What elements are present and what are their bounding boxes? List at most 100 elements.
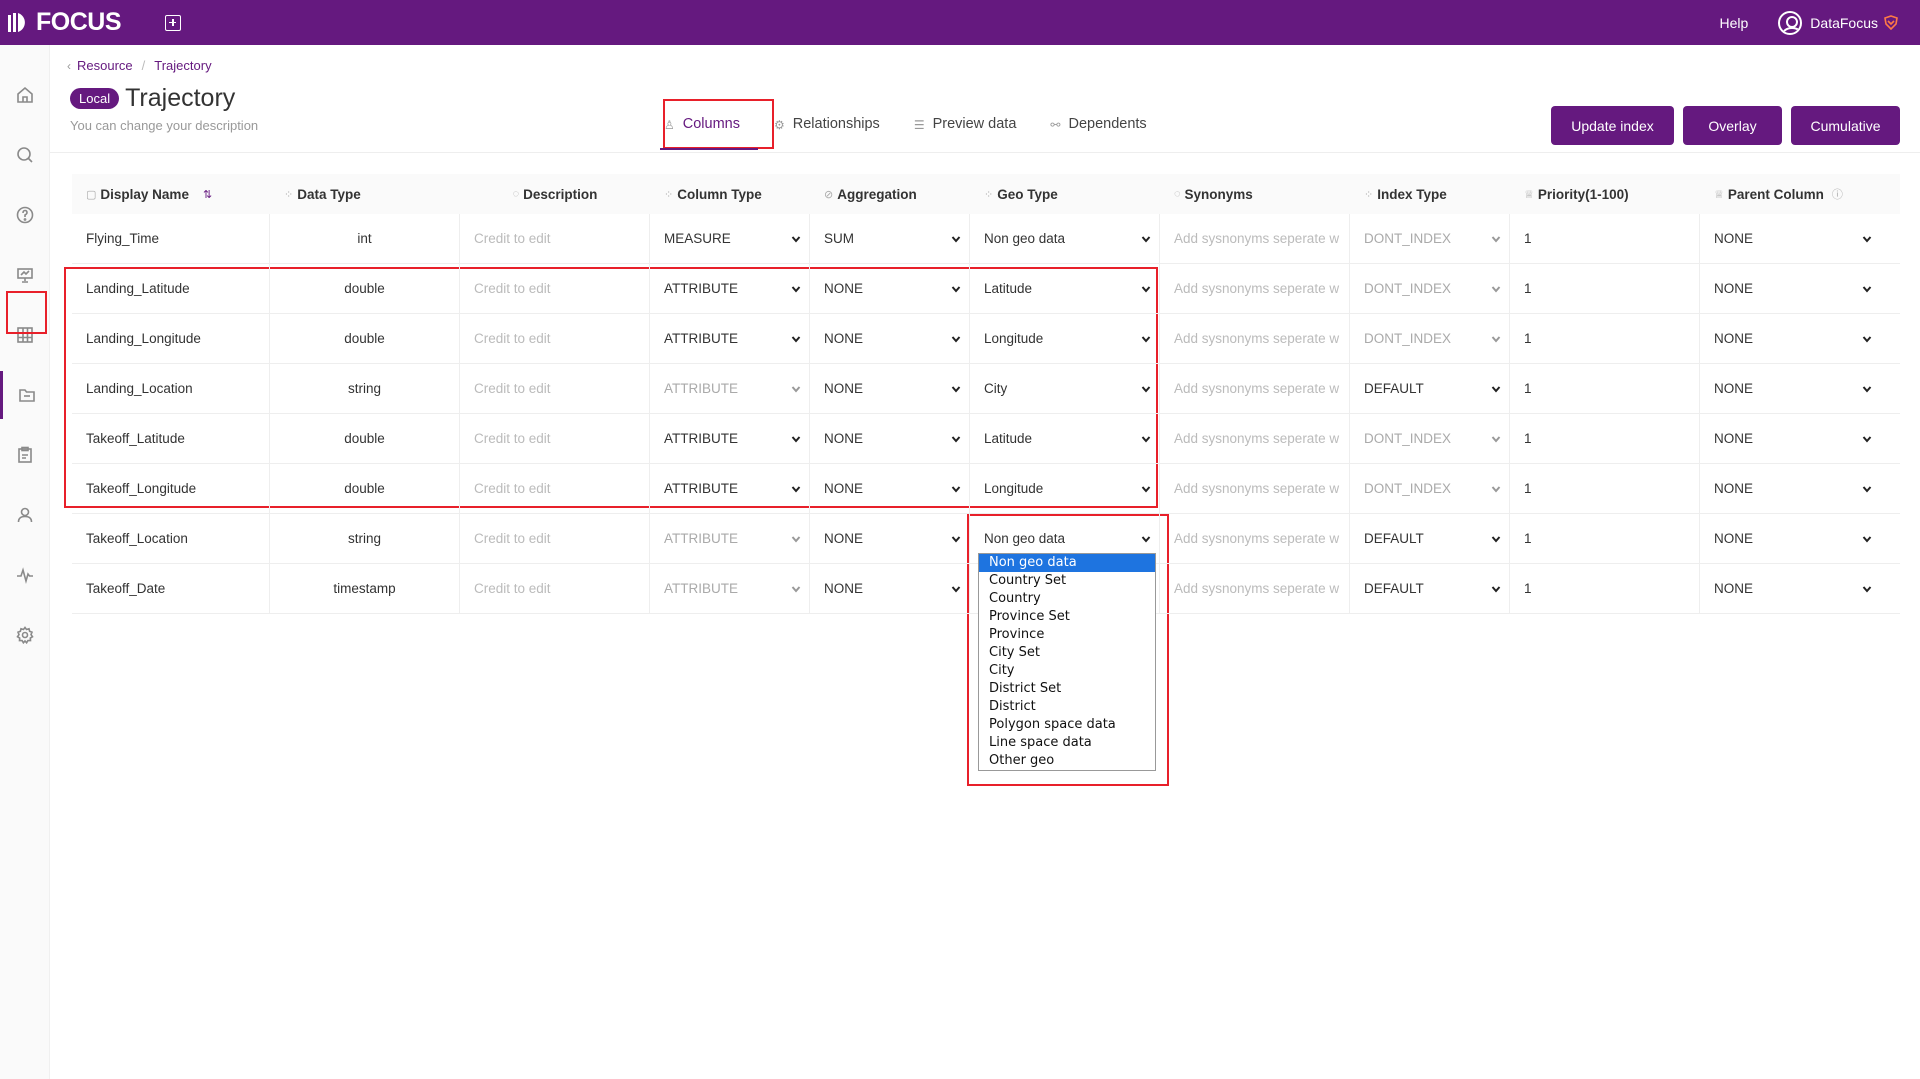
display-name-cell[interactable]: Takeoff_Date (72, 563, 270, 614)
help-circle-icon[interactable]: ⓘ (1832, 186, 1843, 202)
update-index-button[interactable]: Update index (1551, 106, 1674, 145)
description-input[interactable]: Credit to edit (460, 463, 650, 514)
sort-icon[interactable]: ⇅ (203, 188, 212, 201)
parent-column-select[interactable]: NONE (1700, 264, 1880, 314)
breadcrumb-resource[interactable]: Resource (77, 58, 133, 73)
synonyms-input[interactable]: Add sysnonyms seperate w (1160, 263, 1350, 314)
index-type-select[interactable]: DONT_INDEX (1350, 463, 1510, 514)
sidebar-home[interactable] (0, 71, 50, 119)
priority-input[interactable]: 1 (1510, 363, 1700, 414)
aggregation-select[interactable]: NONE (810, 313, 970, 364)
geo-type-option[interactable]: City (979, 662, 1155, 680)
aggregation-select[interactable]: SUM (810, 213, 970, 264)
parent-column-select[interactable]: NONE (1700, 464, 1880, 514)
index-type-select[interactable]: DONT_INDEX (1350, 313, 1510, 364)
description-input[interactable]: Credit to edit (460, 513, 650, 564)
column-type-select[interactable]: ATTRIBUTE (650, 363, 810, 414)
priority-input[interactable]: 1 (1510, 513, 1700, 564)
index-type-select[interactable]: DONT_INDEX (1350, 413, 1510, 464)
priority-input[interactable]: 1 (1510, 263, 1700, 314)
synonyms-input[interactable]: Add sysnonyms seperate w (1160, 463, 1350, 514)
geo-type-option[interactable]: Other geo (979, 752, 1155, 770)
geo-type-option[interactable]: Country (979, 590, 1155, 608)
geo-type-option[interactable]: City Set (979, 644, 1155, 662)
synonyms-input[interactable]: Add sysnonyms seperate w (1160, 363, 1350, 414)
parent-column-select[interactable]: NONE (1700, 314, 1880, 364)
aggregation-select[interactable]: NONE (810, 363, 970, 414)
column-type-select[interactable]: ATTRIBUTE (650, 463, 810, 514)
index-type-select[interactable]: DEFAULT (1350, 563, 1510, 614)
parent-column-select[interactable]: NONE (1700, 364, 1880, 414)
sidebar-help[interactable] (0, 191, 50, 239)
description-input[interactable]: Credit to edit (460, 563, 650, 614)
geo-type-option[interactable]: Non geo data (979, 554, 1155, 572)
logo[interactable]: FOCUS (6, 8, 122, 37)
column-type-select[interactable]: MEASURE (650, 213, 810, 264)
help-link[interactable]: Help (1720, 15, 1749, 31)
tab-relationships[interactable]: ⚙ Relationships (774, 100, 880, 150)
display-name-cell[interactable]: Landing_Location (72, 363, 270, 414)
parent-column-select[interactable]: NONE (1700, 564, 1880, 614)
priority-input[interactable]: 1 (1510, 313, 1700, 364)
sidebar-users[interactable] (0, 491, 50, 539)
synonyms-input[interactable]: Add sysnonyms seperate w (1160, 213, 1350, 264)
column-type-select[interactable]: ATTRIBUTE (650, 563, 810, 614)
display-name-cell[interactable]: Landing_Latitude (72, 263, 270, 314)
geo-type-option[interactable]: Line space data (979, 734, 1155, 752)
header-display-name[interactable]: ▢ Display Name ⇅ (72, 174, 270, 214)
user-menu[interactable]: DataFocus (1778, 10, 1898, 35)
synonyms-input[interactable]: Add sysnonyms seperate w (1160, 563, 1350, 614)
sidebar-monitor[interactable] (0, 551, 50, 599)
display-name-cell[interactable]: Flying_Time (72, 213, 270, 264)
sidebar-presentation[interactable] (0, 251, 50, 299)
geo-type-option[interactable]: District Set (979, 680, 1155, 698)
aggregation-select[interactable]: NONE (810, 413, 970, 464)
index-type-select[interactable]: DEFAULT (1350, 513, 1510, 564)
index-type-select[interactable]: DEFAULT (1350, 363, 1510, 414)
new-tab-icon[interactable] (165, 14, 181, 31)
sidebar-settings[interactable] (0, 611, 50, 659)
tab-columns[interactable]: ♙ Columns (660, 100, 758, 150)
parent-column-select[interactable]: NONE (1700, 414, 1880, 464)
geo-type-option[interactable]: Province (979, 626, 1155, 644)
parent-column-select[interactable]: NONE (1700, 214, 1880, 264)
priority-input[interactable]: 1 (1510, 213, 1700, 264)
geo-type-select[interactable]: City (970, 363, 1160, 414)
column-type-select[interactable]: ATTRIBUTE (650, 263, 810, 314)
page-description[interactable]: You can change your description (70, 118, 258, 133)
sidebar-search[interactable] (0, 131, 50, 179)
geo-type-select[interactable]: Non geo data (970, 213, 1160, 264)
overlay-button[interactable]: Overlay (1683, 106, 1782, 145)
geo-type-select[interactable]: Longitude (970, 463, 1160, 514)
priority-input[interactable]: 1 (1510, 413, 1700, 464)
geo-type-select[interactable]: Latitude (970, 413, 1160, 464)
cumulative-button[interactable]: Cumulative (1791, 106, 1900, 145)
geo-type-select[interactable]: Longitude (970, 313, 1160, 364)
aggregation-select[interactable]: NONE (810, 513, 970, 564)
tab-preview-data[interactable]: ☰ Preview data (914, 100, 1017, 150)
breadcrumb-current[interactable]: Trajectory (154, 58, 211, 73)
aggregation-select[interactable]: NONE (810, 463, 970, 514)
parent-column-select[interactable]: NONE (1700, 514, 1880, 564)
synonyms-input[interactable]: Add sysnonyms seperate w (1160, 513, 1350, 564)
column-type-select[interactable]: ATTRIBUTE (650, 313, 810, 364)
display-name-cell[interactable]: Takeoff_Longitude (72, 463, 270, 514)
priority-input[interactable]: 1 (1510, 563, 1700, 614)
description-input[interactable]: Credit to edit (460, 263, 650, 314)
priority-input[interactable]: 1 (1510, 463, 1700, 514)
geo-type-option[interactable]: Polygon space data (979, 716, 1155, 734)
description-input[interactable]: Credit to edit (460, 413, 650, 464)
display-name-cell[interactable]: Takeoff_Latitude (72, 413, 270, 464)
geo-type-dropdown-list[interactable]: Non geo data Country Set Country Province S… (978, 553, 1156, 771)
geo-type-select[interactable]: Latitude (970, 263, 1160, 314)
tab-dependents[interactable]: ⚯ Dependents (1050, 100, 1146, 150)
column-type-select[interactable]: ATTRIBUTE (650, 413, 810, 464)
geo-type-option[interactable]: Province Set (979, 608, 1155, 626)
description-input[interactable]: Credit to edit (460, 313, 650, 364)
sidebar-tasks[interactable] (0, 431, 50, 479)
synonyms-input[interactable]: Add sysnonyms seperate w (1160, 313, 1350, 364)
aggregation-select[interactable]: NONE (810, 263, 970, 314)
aggregation-select[interactable]: NONE (810, 563, 970, 614)
description-input[interactable]: Credit to edit (460, 363, 650, 414)
geo-type-option[interactable]: Country Set (979, 572, 1155, 590)
